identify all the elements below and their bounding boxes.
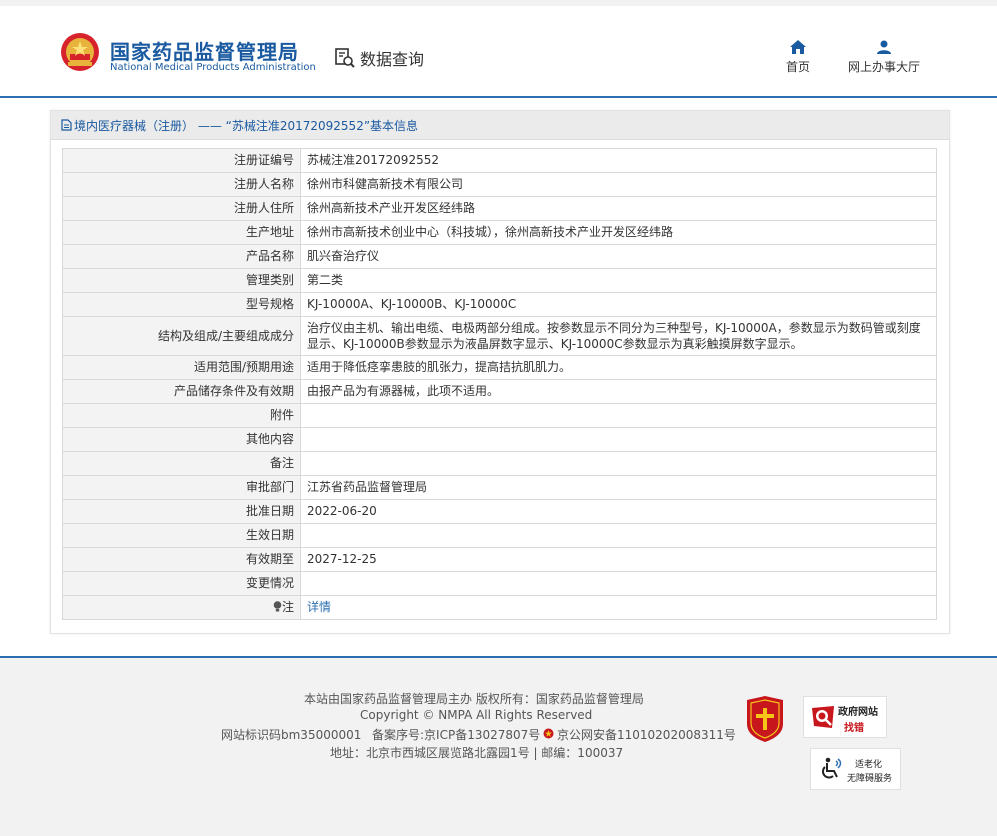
field-label: 产品储存条件及有效期: [62, 379, 301, 404]
info-panel: 境内医疗器械（注册） —— “苏械注准20172092552”基本信息 注册证编…: [50, 110, 950, 634]
user-icon: [877, 40, 891, 54]
table-row: 型号规格 KJ-10000A、KJ-10000B、KJ-10000C: [62, 292, 937, 317]
lightbulb-icon: [273, 601, 282, 612]
table-row: 批准日期 2022-06-20: [62, 499, 937, 524]
site-name-en: National Medical Products Administration: [110, 62, 316, 73]
field-value: 江苏省药品监督管理局: [300, 475, 937, 500]
table-row: 产品储存条件及有效期 由报产品为有源器械，此项不适用。: [62, 379, 937, 404]
footer-site-id: 网站标识码bm35000001: [221, 728, 362, 742]
field-value: 2022-06-20: [300, 499, 937, 524]
table-row: 生效日期: [62, 523, 937, 548]
field-value: 肌兴奋治疗仪: [300, 244, 937, 269]
data-query-link[interactable]: 数据查询: [334, 46, 424, 70]
police-badge-icon: [543, 728, 554, 739]
nav-online-hall[interactable]: 网上办事大厅: [848, 40, 920, 75]
field-label: 注册人名称: [62, 172, 301, 197]
field-value: [300, 523, 937, 548]
magnifier-icon: [812, 706, 834, 728]
table-row-note: 注 详情: [62, 595, 937, 620]
accessibility-service[interactable]: 适老化 无障碍服务: [810, 748, 901, 790]
field-label: 管理类别: [62, 268, 301, 293]
home-icon: [790, 40, 806, 54]
site-header: 国家药品监督管理局 National Medical Products Admi…: [0, 6, 997, 98]
field-label: 审批部门: [62, 475, 301, 500]
field-value: 第二类: [300, 268, 937, 293]
field-label: 其他内容: [62, 427, 301, 452]
nav-home-label: 首页: [786, 60, 811, 74]
details-link[interactable]: 详情: [307, 600, 331, 614]
field-label: 产品名称: [62, 244, 301, 269]
field-value: 治疗仪由主机、输出电缆、电极两部分组成。按参数显示不同分为三种型号，KJ-100…: [300, 316, 937, 356]
party-org-badge-icon[interactable]: [745, 696, 785, 742]
field-label: 注册证编号: [62, 148, 301, 173]
field-label: 适用范围/预期用途: [62, 355, 301, 380]
table-row: 生产地址 徐州市高新技术创业中心（科技城），徐州高新技术产业开发区经纬路: [62, 220, 937, 245]
field-value: 徐州市科健高新技术有限公司: [300, 172, 937, 197]
table-row: 备注: [62, 451, 937, 476]
info-table: 注册证编号 苏械注准20172092552 注册人名称 徐州市科健高新技术有限公司 注册…: [62, 148, 937, 620]
table-row: 管理类别 第二类: [62, 268, 937, 293]
field-label: 结构及组成/主要组成成分: [62, 316, 301, 356]
footer-copyright: Copyright © NMPA All Rights Reserved: [360, 708, 593, 722]
field-value: [300, 451, 937, 476]
gov-badge-title: 政府网站: [838, 707, 878, 718]
field-value: 适用于降低痉挛患肢的肌张力，提高拮抗肌肌力。: [300, 355, 937, 380]
field-label: 变更情况: [62, 571, 301, 596]
table-row: 注册人名称 徐州市科健高新技术有限公司: [62, 172, 937, 197]
table-row: 有效期至 2027-12-25: [62, 547, 937, 572]
field-value: 由报产品为有源器械，此项不适用。: [300, 379, 937, 404]
panel-title-bar: 境内医疗器械（注册） —— “苏械注准20172092552”基本信息: [51, 111, 949, 140]
field-value: 苏械注准20172092552: [300, 148, 937, 173]
table-row: 审批部门 江苏省药品监督管理局: [62, 475, 937, 500]
table-row: 变更情况: [62, 571, 937, 596]
field-label: 型号规格: [62, 292, 301, 317]
field-label: 注册人住所: [62, 196, 301, 221]
table-row: 产品名称 肌兴奋治疗仪: [62, 244, 937, 269]
field-label: 备注: [62, 451, 301, 476]
table-row: 注册人住所 徐州高新技术产业开发区经纬路: [62, 196, 937, 221]
field-label: 有效期至: [62, 547, 301, 572]
nav-online-hall-label: 网上办事大厅: [848, 60, 921, 74]
field-label: 批准日期: [62, 499, 301, 524]
national-emblem-icon[interactable]: [60, 32, 100, 72]
gov-badge-subtitle: 找错: [844, 723, 864, 734]
site-footer: 本站由国家药品监督管理局主办 版权所有：国家药品监督管理局 Copyright …: [0, 656, 997, 836]
age-badge-subtitle: 无障碍服务: [847, 774, 893, 784]
field-value: [300, 403, 937, 428]
field-value: [300, 427, 937, 452]
footer-icp-link[interactable]: 备案序号:京ICP备13027807号: [372, 726, 540, 743]
field-value: KJ-10000A、KJ-10000B、KJ-10000C: [300, 292, 937, 317]
table-row: 其他内容: [62, 427, 937, 452]
field-label: 生效日期: [62, 523, 301, 548]
table-row: 适用范围/预期用途 适用于降低痉挛患肢的肌张力，提高拮抗肌肌力。: [62, 355, 937, 380]
gov-site-error-report[interactable]: 政府网站 找错: [803, 696, 887, 738]
note-key-label: 注: [281, 600, 294, 614]
panel-title: 境内医疗器械（注册） —— “苏械注准20172092552”基本信息: [74, 118, 419, 133]
field-label: 附件: [62, 403, 301, 428]
note-key: 注: [62, 595, 301, 620]
search-document-icon: [335, 48, 355, 68]
footer-police-link[interactable]: 京公网安备11010202008311号: [557, 726, 736, 743]
site-name-cn[interactable]: 国家药品监督管理局: [110, 36, 299, 65]
field-value: 2027-12-25: [300, 547, 937, 572]
footer-address: 地址：北京市西城区展览路北露园1号 | 邮编：100037: [330, 746, 624, 760]
age-badge-title: 适老化: [855, 760, 883, 770]
table-row: 附件: [62, 403, 937, 428]
nav-home[interactable]: 首页: [786, 40, 810, 75]
wheelchair-icon: [822, 757, 842, 779]
table-row: 注册证编号 苏械注准20172092552: [62, 148, 937, 173]
field-value: 徐州市高新技术创业中心（科技城），徐州高新技术产业开发区经纬路: [300, 220, 937, 245]
table-row: 结构及组成/主要组成成分 治疗仪由主机、输出电缆、电极两部分组成。按参数显示不同分…: [62, 316, 937, 356]
footer-sponsor: 本站由国家药品监督管理局主办 版权所有：国家药品监督管理局: [304, 692, 644, 706]
document-icon: [61, 119, 72, 131]
field-value: [300, 571, 937, 596]
field-value: 徐州高新技术产业开发区经纬路: [300, 196, 937, 221]
field-label: 生产地址: [62, 220, 301, 245]
data-query-label: 数据查询: [360, 50, 425, 69]
